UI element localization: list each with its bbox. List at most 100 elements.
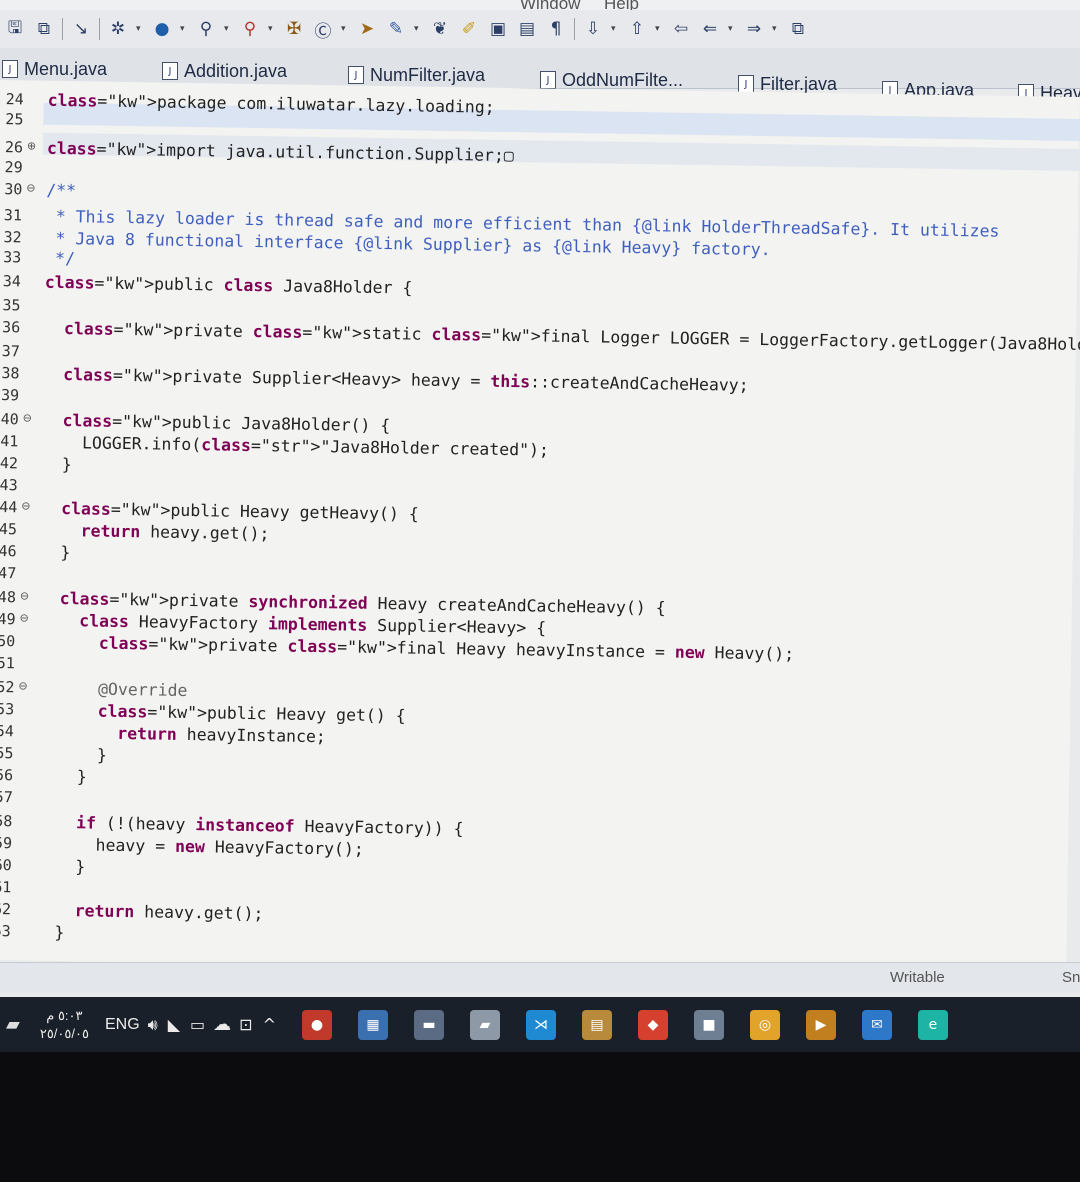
show-hidden-icons-icon[interactable]: ^ <box>263 1015 276 1034</box>
line-number: 29 <box>4 158 23 177</box>
forward-icon[interactable]: ⇒ <box>743 18 765 40</box>
chevron-down-icon[interactable]: ▾ <box>268 24 276 34</box>
notification-icon[interactable]: ▰ <box>6 1014 20 1035</box>
new-java-project-icon[interactable]: ✠ <box>283 18 305 40</box>
last-edit-icon[interactable]: ⇦ <box>670 18 692 40</box>
new-class-icon[interactable]: Ⓒ <box>312 18 334 42</box>
coverage-icon[interactable]: ⚲ <box>195 18 217 40</box>
toggle-mark-occurrences-icon[interactable]: ✐ <box>458 18 480 40</box>
toggle-block-selection-icon[interactable]: ▣ <box>487 18 509 40</box>
code-text: class="kw">public class Java8Holder { <box>44 272 413 298</box>
chevron-down-icon[interactable]: ▾ <box>728 24 736 34</box>
line-number: 46 <box>0 542 17 561</box>
usb-icon[interactable]: ⊡ <box>239 1015 252 1034</box>
open-task-icon[interactable]: ✎ <box>385 18 407 40</box>
line-number: 62 <box>0 899 12 919</box>
taskbar-app-3[interactable]: ▬ <box>413 1009 444 1040</box>
code-text: class="kw">public Heavy get() { <box>97 701 406 726</box>
open-type-icon[interactable]: ➤ <box>356 18 378 40</box>
line-number: 61 <box>0 877 12 897</box>
chevron-down-icon[interactable]: ▾ <box>224 24 232 34</box>
code-text: return heavy.get(); <box>80 521 270 544</box>
battery-icon[interactable]: ▭ <box>190 1015 205 1034</box>
pinned-apps: ● ▦ ▬ ▰ ⋊ ▤ ◆ ■ ◎ ▶ ✉ e <box>276 1009 948 1040</box>
edge-icon[interactable]: e <box>917 1009 948 1040</box>
chevron-down-icon[interactable]: ▾ <box>136 24 144 34</box>
line-number: 49 <box>0 610 16 629</box>
chevron-down-icon[interactable]: ▾ <box>180 24 188 34</box>
code-editor[interactable]: 24 class="kw">package com.iluwatar.lazy.l… <box>0 80 1080 977</box>
vscode-icon[interactable]: ⋊ <box>525 1009 556 1040</box>
volume-icon[interactable]: 🔊︎ <box>148 1015 158 1035</box>
line-number: 37 <box>1 342 20 361</box>
back-icon[interactable]: ⇐ <box>699 18 721 40</box>
tab-addition-java[interactable]: J Addition.java <box>162 56 287 86</box>
tab-label: NumFilter.java <box>370 64 486 85</box>
code-text: /** <box>46 180 77 201</box>
save-icon[interactable]: 🖫 <box>4 18 26 40</box>
line-number: 58 <box>0 812 13 831</box>
clock-time: ٥:٠٣ م <box>46 1007 83 1023</box>
ide-window: Window Help 🖫 ⧉ ↘ ✲ ▾ ● ▾ ⚲ ▾ ⚲ ▾ ✠ Ⓒ ▾ … <box>0 0 1080 1052</box>
status-smart-insert: Sn <box>1062 969 1080 986</box>
fold-toggle-icon[interactable]: ⊖ <box>20 589 29 602</box>
chevron-down-icon[interactable]: ▾ <box>341 24 349 34</box>
fold-toggle-icon[interactable]: ⊖ <box>23 411 32 424</box>
tab-label: Addition.java <box>184 60 288 81</box>
taskbar-app-1[interactable]: ● <box>301 1009 332 1040</box>
code-text: } <box>41 454 72 475</box>
line-number: 63 <box>0 921 11 941</box>
fold-toggle-icon[interactable]: ⊖ <box>19 611 28 624</box>
code-text: return heavyInstance; <box>117 723 326 747</box>
chevron-down-icon[interactable]: ▾ <box>772 24 780 34</box>
line-number: 31 <box>3 206 23 225</box>
fold-toggle-icon[interactable]: ⊖ <box>26 181 35 194</box>
line-number: 59 <box>0 834 13 853</box>
debug-icon[interactable]: ✲ <box>107 18 129 40</box>
show-whitespace-icon[interactable]: ¶ <box>545 18 567 40</box>
skip-breakpoints-icon[interactable]: ↘ <box>70 18 92 40</box>
java-file-icon: J <box>162 62 178 80</box>
line-number: 26 <box>4 138 24 157</box>
taskbar-app-4[interactable]: ▰ <box>469 1009 500 1040</box>
toolbar-separator <box>99 18 100 40</box>
code-text: class="kw">private class="kw">static cla… <box>63 319 1080 355</box>
word-wrap-icon[interactable]: ▤ <box>516 18 538 40</box>
save-all-icon[interactable]: ⧉ <box>33 18 55 40</box>
fold-toggle-icon[interactable]: ⊖ <box>18 679 27 692</box>
chevron-down-icon[interactable]: ▾ <box>611 24 619 34</box>
code-text: @Override <box>97 679 188 701</box>
code-text: class="kw">public Java8Holder() { <box>62 411 391 436</box>
java-file-icon: J <box>348 66 364 84</box>
code-text: } <box>36 766 87 787</box>
chevron-down-icon[interactable]: ▾ <box>414 24 422 34</box>
line-number: 48 <box>0 588 17 607</box>
run-icon[interactable]: ● <box>151 18 173 40</box>
onedrive-icon[interactable]: ☁ <box>213 1014 231 1035</box>
search-icon[interactable]: ❦ <box>429 18 451 40</box>
taskbar-app-10[interactable]: ▶ <box>805 1009 836 1040</box>
chrome-icon[interactable]: ◎ <box>749 1009 780 1040</box>
code-text: class="kw">private class="kw">final Heav… <box>98 633 795 664</box>
taskbar-app-7[interactable]: ◆ <box>637 1009 668 1040</box>
fold-toggle-icon[interactable]: ⊕ <box>27 139 36 152</box>
external-tools-icon[interactable]: ⚲ <box>239 18 261 40</box>
line-number: 54 <box>0 722 14 741</box>
wifi-icon[interactable]: ◣ <box>168 1015 180 1034</box>
line-number: 38 <box>1 364 20 383</box>
taskbar-app-2[interactable]: ▦ <box>357 1009 388 1040</box>
taskbar-app-8[interactable]: ■ <box>693 1009 724 1040</box>
line-number: 43 <box>0 476 18 495</box>
previous-annotation-icon[interactable]: ⇧ <box>626 18 648 40</box>
taskbar-app-6[interactable]: ▤ <box>581 1009 612 1040</box>
chevron-down-icon[interactable]: ▾ <box>655 24 663 34</box>
line-number: 34 <box>2 272 22 291</box>
clock[interactable]: ٥:٠٣ م ٢٥/٠٥/٠٥ <box>40 1007 89 1043</box>
fold-toggle-icon[interactable]: ⊖ <box>21 499 30 512</box>
code-text: heavy = new HeavyFactory(); <box>35 834 364 859</box>
mail-icon[interactable]: ✉ <box>861 1009 892 1040</box>
next-annotation-icon[interactable]: ⇩ <box>582 18 604 40</box>
language-indicator[interactable]: ENG <box>105 1016 140 1034</box>
code-text: } <box>37 744 108 765</box>
open-perspective-icon[interactable]: ⧉ <box>787 18 809 40</box>
